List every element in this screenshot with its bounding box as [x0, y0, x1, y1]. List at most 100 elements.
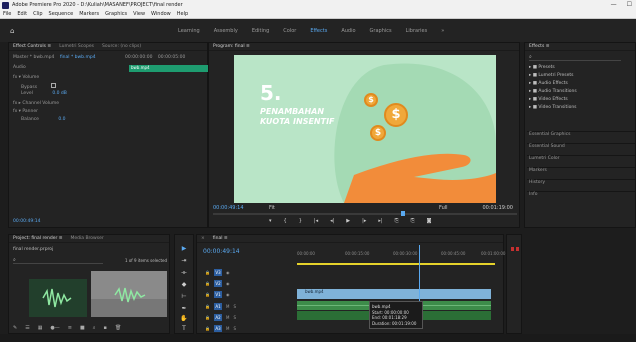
lock-icon[interactable]: 🔒 — [205, 270, 210, 275]
menu-window[interactable]: Window — [151, 11, 171, 17]
level-value[interactable]: 0.0 dB — [52, 91, 67, 96]
pen-tool-icon[interactable]: ✒ — [179, 305, 189, 314]
mute-button[interactable]: M — [226, 315, 229, 320]
tab-sequence-final[interactable]: final ≡ — [213, 236, 228, 241]
section-history[interactable]: History — [527, 179, 635, 185]
workspace-audio[interactable]: Audio — [341, 28, 355, 34]
eye-icon[interactable]: ◉ — [226, 292, 230, 297]
lock-icon[interactable]: 🔒 — [205, 326, 210, 331]
section-essential-graphics[interactable]: Essential Graphics — [527, 131, 635, 137]
track-select-tool-icon[interactable]: ⇥ — [179, 257, 189, 266]
tab-project[interactable]: Project: final render ≡ — [13, 236, 63, 241]
slip-tool-icon[interactable]: ⊢ — [179, 293, 189, 302]
ec-source[interactable]: Master * bwb.mp4 — [13, 55, 54, 60]
effects-item-audio-transitions[interactable]: ▸ ■ Audio Transitions — [529, 89, 577, 94]
track-header-v1[interactable]: 🔒 V1 ◉ — [205, 289, 295, 299]
workspace-editing[interactable]: Editing — [252, 28, 269, 34]
tab-lumetri-scopes[interactable]: Lumetri Scopes — [59, 44, 94, 49]
ec-panner[interactable]: fx ▾ Panner — [13, 109, 38, 114]
effects-item-presets[interactable]: ▸ ■ Presets — [529, 65, 555, 70]
workspace-color[interactable]: Color — [283, 28, 296, 34]
tab-effect-controls[interactable]: Effect Controls ≡ — [13, 44, 51, 49]
track-header-v2[interactable]: 🔒 V2 ◉ — [205, 278, 295, 288]
maximize-button[interactable]: ☐ — [627, 1, 632, 8]
effects-item-video-transitions[interactable]: ▸ ■ Video Transitions — [529, 105, 577, 110]
track-header-a1[interactable]: 🔒 A1 M S — [205, 301, 295, 311]
zoom-slider[interactable]: ●— — [50, 325, 59, 331]
new-item-icon[interactable]: ▪ — [104, 325, 107, 331]
balance-value[interactable]: 0.0 — [58, 117, 65, 122]
mark-in-button[interactable]: { — [284, 218, 287, 224]
workspace-graphics[interactable]: Graphics — [370, 28, 392, 34]
solo-button[interactable]: S — [233, 315, 236, 320]
workspace-learning[interactable]: Learning — [178, 28, 200, 34]
project-search-input[interactable]: ⌕ — [13, 257, 103, 264]
trash-icon[interactable]: 🗑 — [115, 325, 121, 331]
lock-icon[interactable]: 🔒 — [205, 304, 210, 309]
lift-button[interactable]: ⎘ — [395, 218, 399, 224]
new-bin-icon[interactable]: ■ — [80, 325, 85, 331]
selection-tool-icon[interactable]: ▶ — [179, 245, 189, 254]
menu-graphics[interactable]: Graphics — [105, 11, 127, 17]
icon-view-icon[interactable]: ▦ — [38, 325, 43, 331]
bypass-checkbox[interactable] — [50, 83, 56, 88]
go-to-in-button[interactable]: |◂ — [314, 218, 318, 224]
sort-icon[interactable]: ≡ — [68, 325, 72, 331]
track-header-a3[interactable]: 🔒 A3 M S — [205, 323, 295, 333]
ec-channel-volume[interactable]: fx ▸ Channel Volume — [13, 101, 59, 106]
solo-button[interactable]: S — [233, 304, 236, 309]
ec-clip-bar[interactable]: bwb.mp4 — [129, 65, 209, 72]
search-icon[interactable]: ⌕ — [93, 325, 96, 331]
extract-button[interactable]: ⎘ — [411, 218, 415, 224]
ec-sequence[interactable]: final * bwb.mp4 — [60, 55, 96, 60]
section-info[interactable]: Info — [527, 191, 635, 197]
hand-tool-icon[interactable]: ✋ — [179, 315, 189, 324]
program-playhead[interactable] — [401, 211, 405, 216]
work-area-bar[interactable] — [297, 263, 495, 265]
pencil-icon[interactable]: ✎ — [13, 325, 17, 331]
list-view-icon[interactable]: ☰ — [25, 325, 29, 331]
project-item-audio-thumbnail[interactable] — [29, 279, 87, 317]
program-fit-select[interactable]: Fit — [269, 205, 275, 211]
solo-button[interactable]: S — [233, 326, 236, 331]
ec-fx-volume[interactable]: fx ▾ Volume — [13, 75, 39, 80]
effects-item-video-effects[interactable]: ▸ ■ Video Effects — [529, 97, 568, 102]
program-scrubber[interactable] — [213, 211, 517, 216]
ec-balance[interactable]: Balance 0.0 — [21, 117, 66, 122]
program-quality-select[interactable]: Full — [439, 205, 448, 211]
step-forward-button[interactable]: |▸ — [362, 218, 366, 224]
menu-markers[interactable]: Markers — [79, 11, 99, 17]
export-frame-button[interactable]: ◙ — [427, 218, 432, 224]
section-markers[interactable]: Markers — [527, 167, 635, 173]
section-lumetri-color[interactable]: Lumetri Color — [527, 155, 635, 161]
type-tool-icon[interactable]: T — [179, 325, 189, 334]
timeline-timecode[interactable]: 00:00:49:14 — [203, 248, 240, 255]
close-icon[interactable]: × — [201, 236, 205, 241]
menu-view[interactable]: View — [133, 11, 145, 17]
tab-source[interactable]: Source: (no clips) — [102, 44, 141, 49]
eye-icon[interactable]: ◉ — [226, 281, 230, 286]
mute-button[interactable]: M — [226, 304, 229, 309]
eye-icon[interactable]: ◉ — [226, 270, 230, 275]
effects-search-input[interactable]: ⌕ — [529, 54, 621, 61]
ec-level[interactable]: Level 0.0 dB — [21, 91, 67, 96]
play-button[interactable]: ▶ — [346, 218, 350, 224]
add-marker-button[interactable]: ▾ — [269, 218, 272, 224]
workspace-assembly[interactable]: Assembly — [214, 28, 238, 34]
step-back-button[interactable]: ◂| — [330, 218, 334, 224]
section-essential-sound[interactable]: Essential Sound — [527, 143, 635, 149]
go-to-out-button[interactable]: ▸| — [378, 218, 382, 224]
track-header-v3[interactable]: 🔒 V3 ◉ — [205, 267, 295, 277]
project-item-video-thumbnail[interactable] — [91, 271, 167, 317]
workspace-effects[interactable]: Effects — [310, 28, 327, 34]
video-clip[interactable]: bwb.mp4 — [297, 289, 491, 299]
workspace-libraries[interactable]: Libraries — [406, 28, 428, 34]
workspace-more-button[interactable]: » — [441, 28, 444, 34]
track-header-a2[interactable]: 🔒 A2 M S — [205, 312, 295, 322]
ec-bypass[interactable]: Bypass — [21, 83, 56, 90]
menu-edit[interactable]: Edit — [17, 11, 27, 17]
tab-effects[interactable]: Effects ≡ — [529, 44, 550, 49]
tab-media-browser[interactable]: Media Browser — [71, 236, 104, 241]
minimize-button[interactable]: — — [611, 1, 617, 8]
tab-program[interactable]: Program: final ≡ — [213, 44, 250, 49]
